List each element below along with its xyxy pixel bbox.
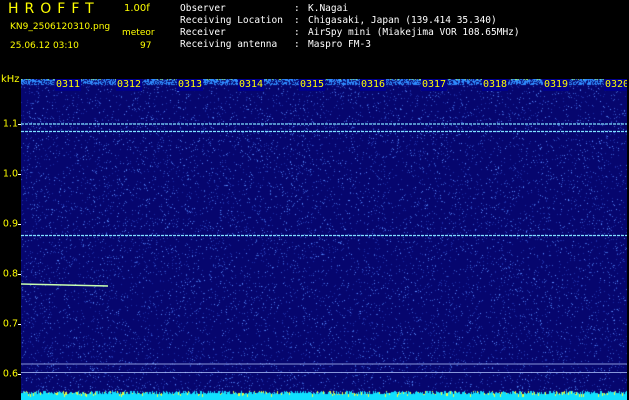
station-key: Observer bbox=[180, 3, 226, 14]
x-tick-label: 0317 bbox=[421, 79, 448, 91]
station-key: Receiving Location bbox=[180, 15, 283, 26]
station-info: Observer: K.Nagai Receiving Location: Chig… bbox=[180, 3, 520, 51]
station-value: Chigasaki, Japan (139.414 35.340) bbox=[308, 15, 497, 26]
x-tick-label: 0312 bbox=[116, 79, 143, 91]
y-axis-unit: kHz bbox=[1, 74, 20, 85]
header: HROFFT 1.00f KN9_2506120310.png 25.06.12… bbox=[0, 0, 629, 72]
y-tick-label: 1.0 bbox=[2, 168, 18, 180]
timestamp: 25.06.12 03:10 bbox=[10, 41, 79, 51]
short-trace bbox=[21, 283, 109, 287]
station-row-location: Receiving Location: Chigasaki, Japan (139… bbox=[180, 15, 520, 27]
x-tick-label: 0314 bbox=[238, 79, 265, 91]
x-tick-label: 0313 bbox=[177, 79, 204, 91]
separator: : bbox=[294, 15, 300, 26]
y-tick-label: 0.9 bbox=[2, 218, 18, 230]
y-tick-label: 0.7 bbox=[2, 318, 18, 330]
meteor-label: meteor bbox=[122, 28, 155, 38]
x-tick-label: 0319 bbox=[543, 79, 570, 91]
y-tick-label: 0.6 bbox=[2, 368, 18, 380]
y-tick-label: 0.8 bbox=[2, 268, 18, 280]
y-tick-label: 1.1 bbox=[2, 118, 18, 130]
station-row-antenna: Receiving antenna: Maspro FM-3 bbox=[180, 39, 520, 51]
file-name: KN9_2506120310.png bbox=[10, 22, 111, 32]
station-value: K.Nagai bbox=[308, 3, 349, 14]
station-row-receiver: Receiver: AirSpy mini (Miakejima VOR 108.… bbox=[180, 27, 520, 39]
separator: : bbox=[294, 3, 300, 14]
station-row-observer: Observer: K.Nagai bbox=[180, 3, 520, 15]
station-value: Maspro FM-3 bbox=[308, 39, 371, 50]
x-tick-label: 0316 bbox=[360, 79, 387, 91]
spectrogram: 0311 0312 0313 0314 0315 0316 0317 0318 0319 0320 bbox=[21, 79, 627, 400]
x-tick-label: 0318 bbox=[482, 79, 509, 91]
separator: : bbox=[294, 39, 300, 50]
station-key: Receiver bbox=[180, 27, 226, 38]
spectrogram-overlay bbox=[21, 123, 627, 373]
station-key: Receiving antenna bbox=[180, 39, 278, 50]
x-tick-label: 0320 bbox=[604, 79, 627, 91]
station-value: AirSpy mini (Miakejima VOR 108.65MHz) bbox=[308, 27, 520, 38]
app-version: 1.00f bbox=[124, 3, 150, 14]
x-tick-label: 0311 bbox=[55, 79, 82, 91]
separator: : bbox=[294, 27, 300, 38]
x-tick-label: 0315 bbox=[299, 79, 326, 91]
meteor-count: 97 bbox=[140, 41, 152, 51]
app-title: HROFFT bbox=[8, 1, 100, 17]
